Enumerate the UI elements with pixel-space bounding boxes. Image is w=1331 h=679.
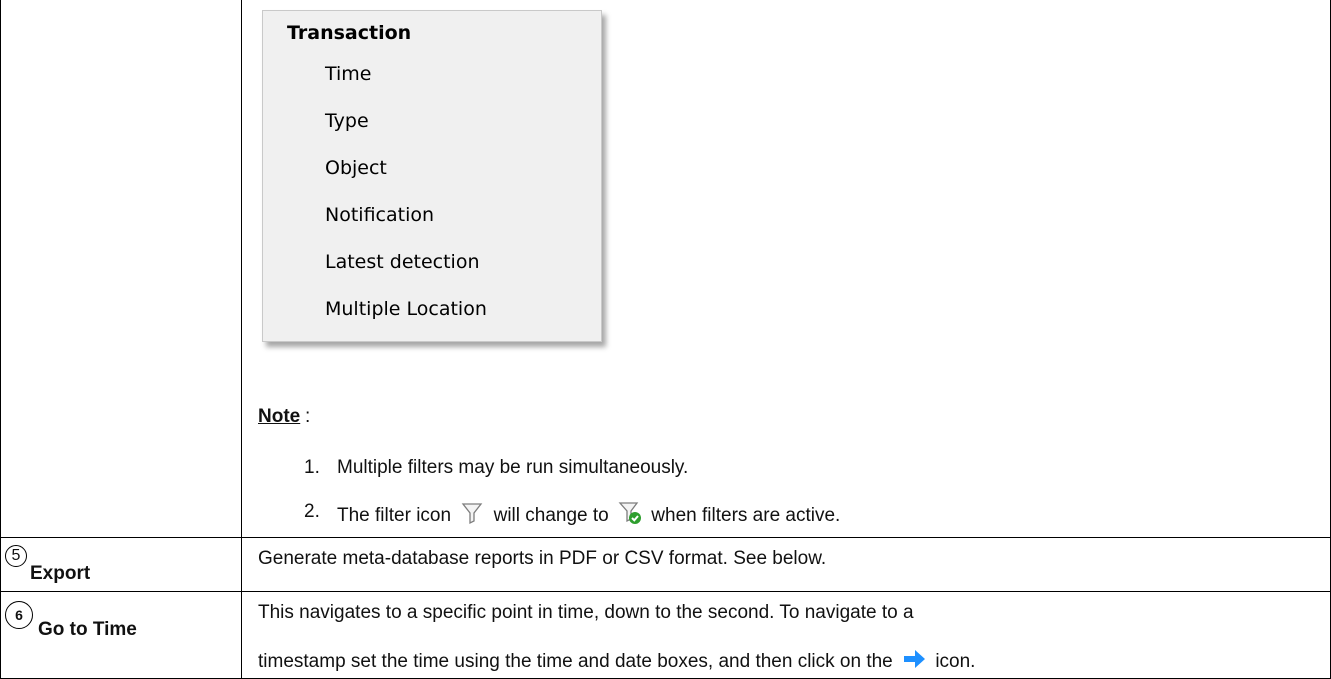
note-colon: : [305,406,311,427]
note-item-2-text-before: The filter icon [337,505,452,526]
filter-active-icon [618,501,642,525]
step-number-badge: 5 [5,545,27,567]
transaction-filter-menu: Transaction Time Type Object Notificatio… [262,10,602,342]
menu-item-type[interactable]: Type [325,110,369,132]
go-to-time-description-line2-before: timestamp set the time using the time an… [258,651,893,672]
go-to-time-description-line1: This navigates to a specific point in ti… [258,602,914,623]
export-description: Generate meta-database reports in PDF or… [258,548,827,569]
note-item-1-number: 1. [304,457,320,478]
menu-header: Transaction [287,22,412,44]
menu-item-object[interactable]: Object [325,157,387,179]
go-to-time-description-line2-after: icon. [935,651,976,672]
table-border-left [0,0,1,679]
go-to-time-description-line2: timestamp set the time using the time an… [258,647,975,673]
filter-icon [460,501,484,525]
note-item-2-number: 2. [304,501,320,522]
table-row-divider [0,537,1331,538]
menu-item-notification[interactable]: Notification [325,204,434,226]
step-number-5: 5 [11,547,21,564]
document-table [0,0,1331,679]
note-label: Note [258,406,301,427]
menu-item-multiple-location[interactable]: Multiple Location [325,298,487,320]
right-arrow-icon [902,647,926,671]
step-number-6: 6 [15,607,23,623]
menu-item-latest-detection[interactable]: Latest detection [325,251,480,273]
export-label: Export [30,563,91,584]
note-item-2-text-after: when filters are active. [651,505,841,526]
note-item-2-text-middle: will change to [493,505,609,526]
note-item-2-text: The filter icon will change to when filt… [337,501,840,527]
go-to-time-label: Go to Time [38,619,137,640]
table-column-divider [241,0,242,679]
menu-item-time[interactable]: Time [325,63,372,85]
table-row-divider [0,591,1331,592]
step-number-badge: 6 [5,601,33,629]
note-item-1-text: Multiple filters may be run simultaneous… [337,457,689,478]
